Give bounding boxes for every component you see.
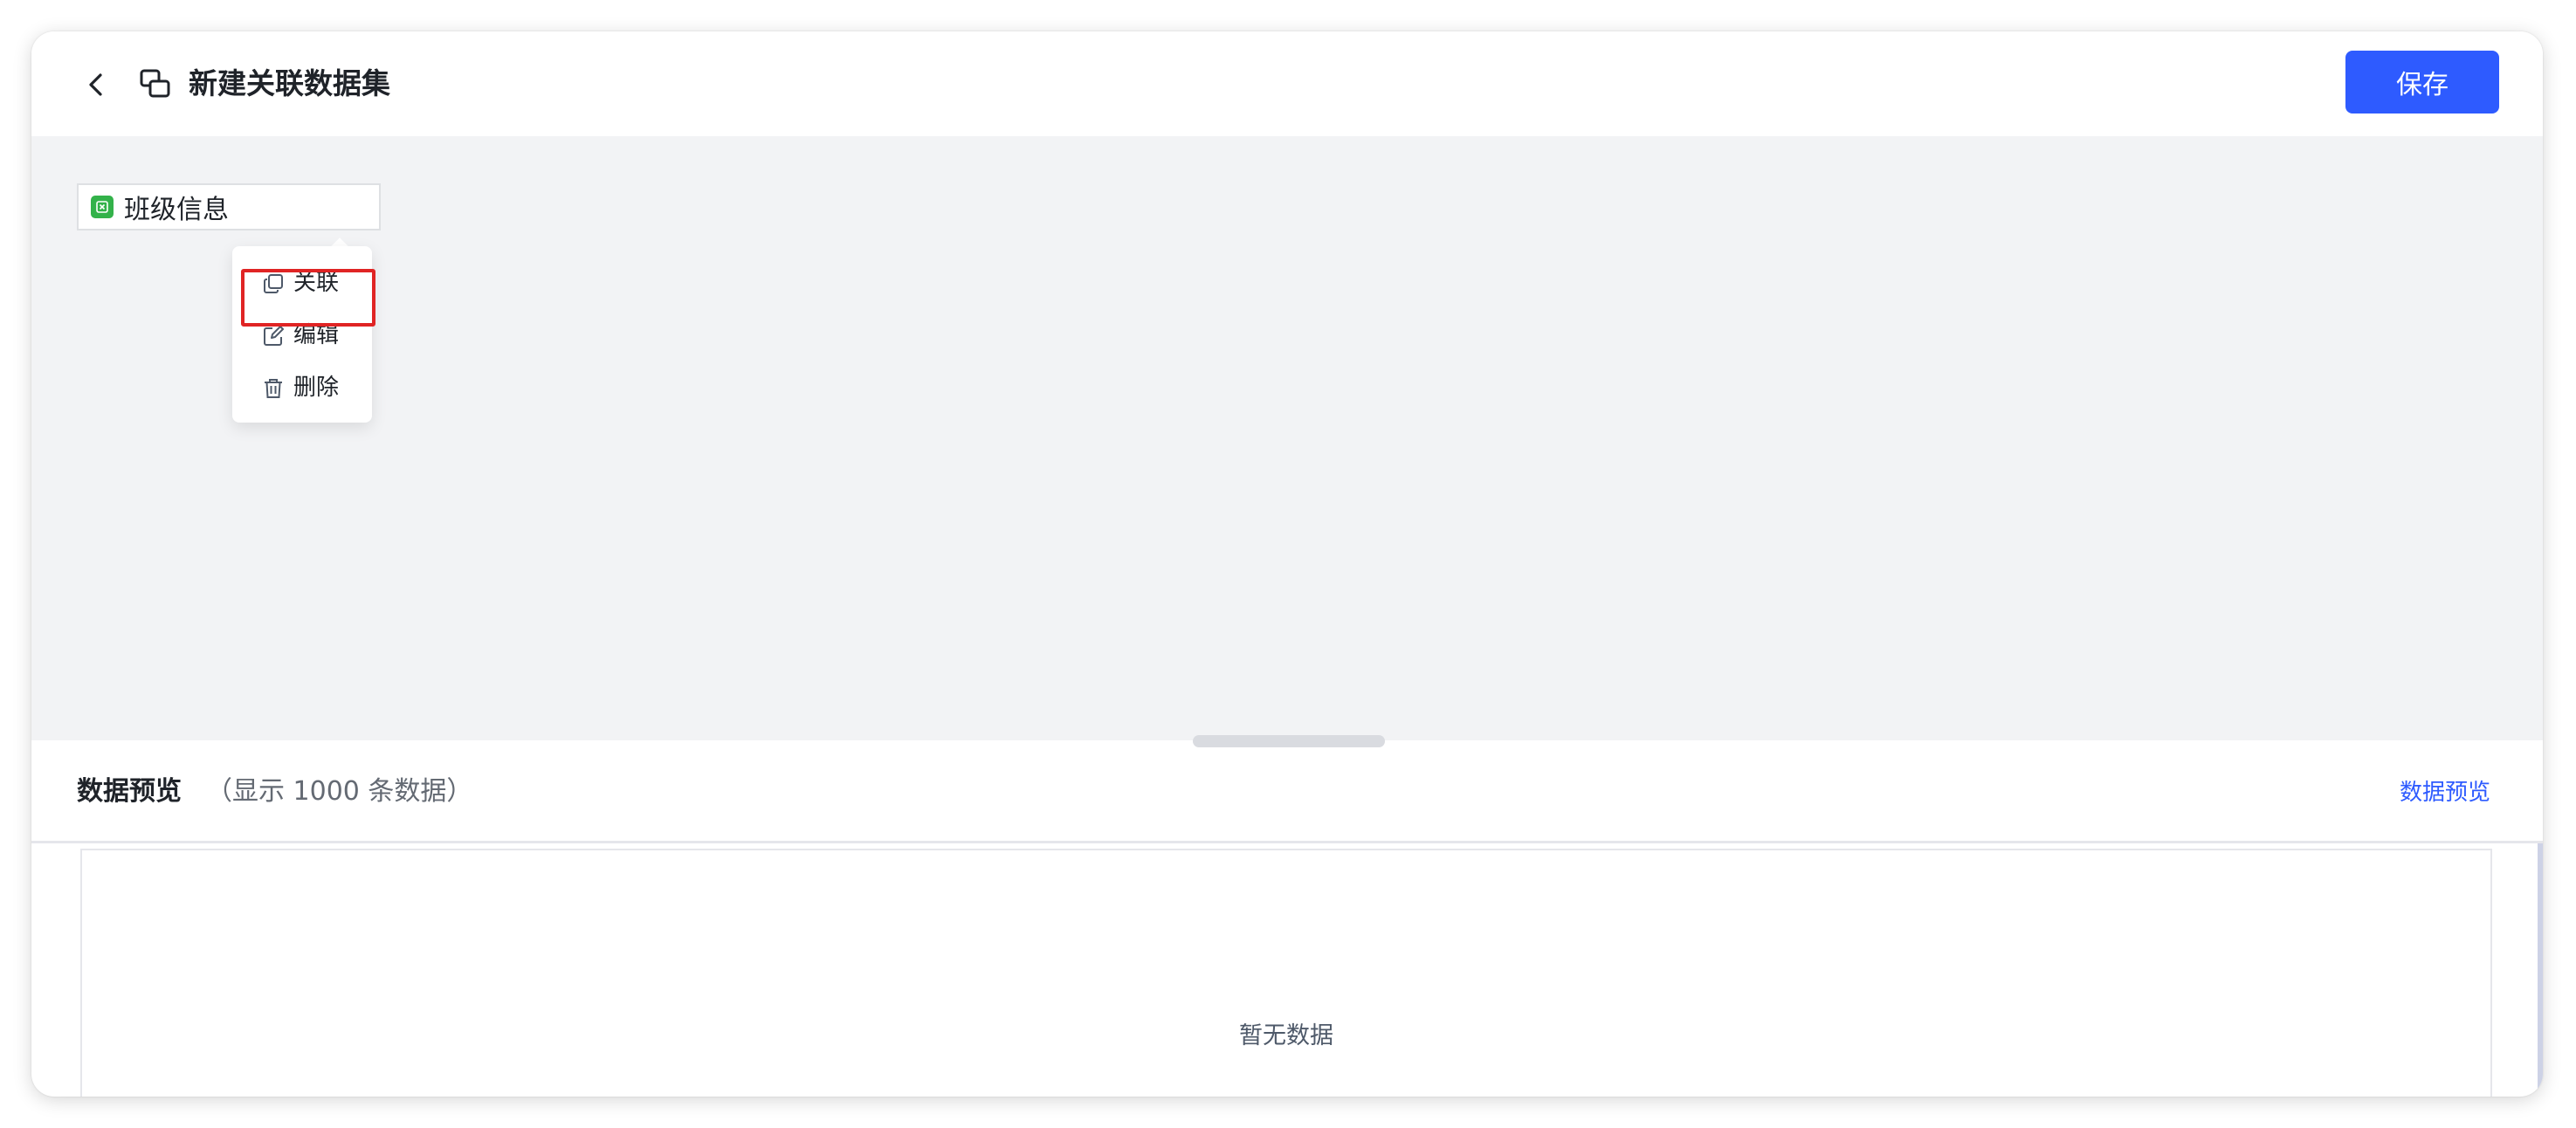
header-bar: 新建关联数据集 保存 bbox=[31, 31, 2543, 136]
preview-table-area: 暂无数据 bbox=[80, 849, 2492, 1097]
scrollbar[interactable] bbox=[2538, 843, 2543, 1097]
linked-dataset-icon bbox=[140, 69, 170, 98]
table-node-label: 班级信息 bbox=[124, 195, 229, 225]
excel-file-icon bbox=[91, 196, 114, 218]
data-preview-link[interactable]: 数据预览 bbox=[2400, 772, 2490, 814]
relation-canvas[interactable]: 班级信息 关联 编辑 删除 bbox=[31, 136, 2543, 740]
menu-item-delete-label: 删除 bbox=[293, 375, 340, 401]
menu-item-delete[interactable]: 删除 bbox=[232, 363, 372, 412]
panel-resize-handle[interactable] bbox=[1193, 735, 1385, 747]
highlight-annotation bbox=[241, 269, 375, 327]
edit-icon bbox=[264, 326, 284, 346]
table-node-class-info[interactable]: 班级信息 bbox=[77, 183, 381, 230]
preview-title: 数据预览 bbox=[77, 776, 182, 807]
dataset-editor-window: 新建关联数据集 保存 班级信息 关联 编辑 删除 数据预览 （显示 1000 条… bbox=[31, 31, 2543, 1097]
preview-header: 数据预览 （显示 1000 条数据） 数据预览 bbox=[31, 740, 2543, 843]
chevron-left-icon bbox=[89, 73, 102, 96]
empty-state-text: 暂无数据 bbox=[1239, 1022, 1333, 1049]
back-button[interactable] bbox=[77, 65, 117, 105]
page-title: 新建关联数据集 bbox=[189, 66, 390, 100]
trash-icon bbox=[265, 379, 282, 398]
preview-subtitle: （显示 1000 条数据） bbox=[206, 776, 473, 807]
save-button[interactable]: 保存 bbox=[2345, 51, 2499, 113]
